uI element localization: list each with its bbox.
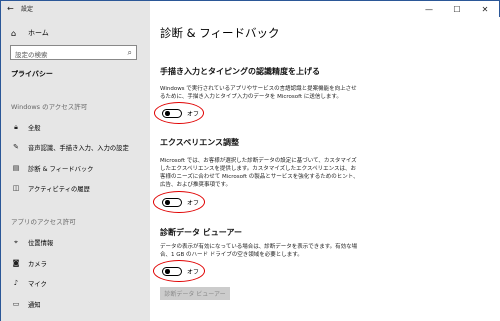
window-title: 設定	[21, 6, 34, 13]
main-content: 診断 & フィードバック 手描き入力とタイピングの認識精度を上げる Window…	[150, 17, 500, 321]
section-heading-handwriting: 手描き入力とタイピングの認識精度を上げる	[160, 67, 320, 76]
sidebar-item-notifications[interactable]: ▭ 通知	[11, 297, 147, 311]
feedback-icon: ▤	[12, 164, 20, 172]
sidebar-item-general[interactable]: 🔒︎ 全般	[11, 120, 147, 134]
back-arrow-icon[interactable]: ←	[7, 4, 14, 13]
sidebar-item-diagnostics[interactable]: ▤ 診断 & フィードバック	[11, 161, 147, 175]
settings-window: ← 設定 — ☐ ✕ ⌂ ホーム 設定の検索 ⌕ プライバシー Windows …	[0, 0, 500, 321]
sidebar-item-speech[interactable]: ✎ 音声認識、手描き入力、入力の設定	[11, 140, 147, 154]
diagnostic-viewer-button[interactable]: 診断データ ビューアー	[160, 287, 230, 300]
camera-icon: ◙	[12, 259, 20, 267]
lock-icon: 🔒︎	[14, 122, 18, 131]
section-description-experience: Microsoft では、お客様が選択した診断データの設定に基づいて、カスタマイ…	[160, 158, 359, 188]
history-icon: ◫	[12, 184, 20, 192]
window-controls: — ☐ ✕	[415, 1, 499, 17]
sidebar-item-home[interactable]: ⌂ ホーム	[11, 28, 49, 38]
highlight-circle	[154, 102, 204, 124]
section-heading-experience: エクスペリエンス調整	[160, 138, 240, 147]
search-icon: ⌕	[127, 48, 132, 57]
section-heading-viewer: 診断データ ビューアー	[160, 228, 242, 237]
sidebar-item-label: 位置情報	[28, 239, 54, 247]
sidebar-item-label: アクティビティの履歴	[28, 185, 90, 193]
sidebar-item-label: カメラ	[28, 260, 47, 268]
sidebar-item-location[interactable]: ⌖ 位置情報	[11, 235, 147, 249]
highlight-circle	[153, 260, 205, 282]
minimize-button[interactable]: —	[415, 1, 443, 17]
group-label-windows: Windows のアクセス許可	[11, 103, 88, 111]
sidebar-item-activity[interactable]: ◫ アクティビティの履歴	[11, 181, 147, 195]
maximize-button[interactable]: ☐	[443, 1, 471, 17]
sidebar-item-label: 診断 & フィードバック	[28, 165, 94, 173]
sidebar: ⌂ ホーム 設定の検索 ⌕ プライバシー Windows のアクセス許可 🔒︎ …	[1, 17, 150, 321]
sidebar-item-camera[interactable]: ◙ カメラ	[11, 256, 147, 270]
section-title: プライバシー	[11, 70, 53, 78]
sidebar-item-label: 全般	[28, 124, 41, 132]
sidebar-item-microphone[interactable]: ♪ マイク	[11, 276, 147, 290]
section-description-handwriting: Windows で実行されているアプリやサービスの言語認識と提案機能を向上させる…	[160, 86, 357, 100]
search-input[interactable]: 設定の検索 ⌕	[10, 45, 137, 60]
sidebar-item-label: マイク	[28, 280, 47, 288]
home-icon: ⌂	[11, 28, 17, 38]
group-label-apps: アプリのアクセス許可	[11, 218, 76, 226]
title-bar: ← 設定 — ☐ ✕	[1, 1, 499, 17]
section-description-viewer: データの表示が有効になっている場合は、診断データを表示できます。有効な場合、1 …	[160, 244, 358, 258]
close-button[interactable]: ✕	[471, 1, 499, 17]
sidebar-item-label: 音声認識、手描き入力、入力の設定	[28, 144, 129, 152]
microphone-icon: ♪	[13, 279, 19, 287]
location-icon: ⌖	[14, 237, 18, 246]
sidebar-item-label: 通知	[28, 301, 41, 309]
highlight-circle	[153, 191, 205, 213]
page-title: 診断 & フィードバック	[160, 26, 280, 40]
search-placeholder: 設定の検索	[15, 51, 48, 59]
notification-icon: ▭	[12, 300, 20, 308]
sidebar-item-label: ホーム	[28, 29, 49, 37]
pen-icon: ✎	[13, 143, 19, 151]
